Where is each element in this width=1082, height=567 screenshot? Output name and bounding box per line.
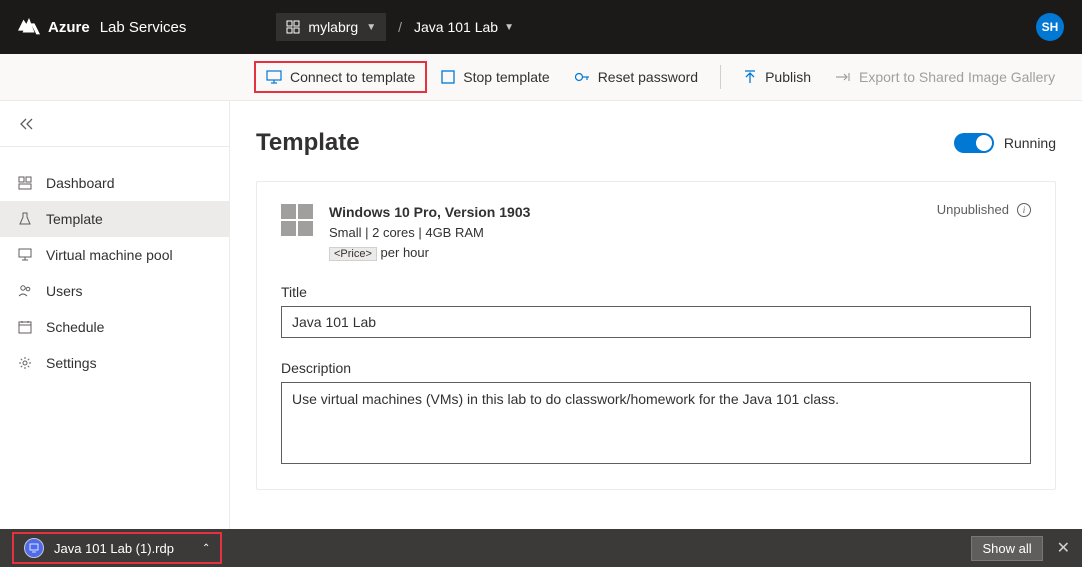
download-filename: Java 101 Lab (1).rdp — [54, 541, 174, 556]
breadcrumb-separator: / — [398, 19, 402, 35]
publish-button[interactable]: Publish — [733, 63, 821, 91]
publish-status: Unpublished — [937, 202, 1009, 217]
reset-label: Reset password — [598, 69, 698, 85]
running-toggle[interactable] — [954, 133, 994, 153]
page-title: Template — [256, 129, 360, 157]
gear-icon — [18, 356, 34, 370]
monitor-connect-icon — [266, 70, 282, 84]
close-icon[interactable]: ✕ — [1057, 538, 1070, 558]
brand-strong: Azure — [48, 19, 90, 36]
lab-name: Java 101 Lab — [414, 19, 498, 35]
chevron-down-icon: ▼ — [504, 22, 514, 33]
toolbar-divider — [720, 65, 721, 89]
sidebar-item-dashboard[interactable]: Dashboard — [0, 165, 229, 201]
description-field-label: Description — [281, 360, 1031, 376]
description-input[interactable] — [281, 382, 1031, 464]
flask-icon — [18, 212, 34, 226]
sidebar-item-label: Schedule — [46, 319, 104, 335]
publish-icon — [743, 70, 757, 84]
breadcrumb: mylabrg ▼ / Java 101 Lab ▼ — [276, 13, 514, 41]
stop-label: Stop template — [463, 69, 549, 85]
users-icon — [18, 284, 34, 298]
resource-group-selector[interactable]: mylabrg ▼ — [276, 13, 386, 41]
price-badge: <Price> — [329, 247, 377, 261]
rdp-file-icon — [24, 538, 44, 558]
sidebar-item-label: Template — [46, 211, 103, 227]
show-all-button[interactable]: Show all — [971, 536, 1042, 561]
price-suffix: per hour — [381, 245, 429, 260]
sidebar-item-vmpool[interactable]: Virtual machine pool — [0, 237, 229, 273]
toggle-label: Running — [1004, 135, 1056, 151]
reset-password-button[interactable]: Reset password — [564, 63, 708, 91]
os-title: Windows 10 Pro, Version 1903 — [329, 202, 530, 223]
monitor-icon — [18, 248, 34, 262]
command-bar: Connect to template Stop template Reset … — [0, 54, 1082, 101]
sidebar-item-label: Dashboard — [46, 175, 115, 191]
connect-to-template-button[interactable]: Connect to template — [254, 61, 427, 93]
title-field-label: Title — [281, 284, 1031, 300]
download-item[interactable]: Java 101 Lab (1).rdp ⌃ — [12, 532, 222, 564]
collapse-icon — [18, 117, 36, 131]
key-reset-icon — [574, 70, 590, 84]
chevron-down-icon: ▼ — [366, 22, 376, 33]
avatar[interactable]: SH — [1036, 13, 1064, 41]
sidebar-item-settings[interactable]: Settings — [0, 345, 229, 381]
stop-icon — [441, 70, 455, 84]
sidebar-item-label: Virtual machine pool — [46, 247, 173, 263]
sidebar-item-template[interactable]: Template — [0, 201, 229, 237]
rg-name: mylabrg — [308, 19, 358, 35]
brand: Azure Lab Services — [18, 17, 186, 37]
export-icon — [835, 71, 851, 83]
export-label: Export to Shared Image Gallery — [859, 69, 1055, 85]
sidebar-item-users[interactable]: Users — [0, 273, 229, 309]
calendar-icon — [18, 320, 34, 334]
top-header: Azure Lab Services mylabrg ▼ / Java 101 … — [0, 0, 1082, 54]
info-icon[interactable]: i — [1017, 203, 1031, 217]
chevron-up-icon[interactable]: ⌃ — [202, 543, 210, 554]
export-button: Export to Shared Image Gallery — [825, 63, 1065, 91]
sidebar: Dashboard Template Virtual machine pool … — [0, 101, 230, 529]
stop-template-button[interactable]: Stop template — [431, 63, 559, 91]
publish-label: Publish — [765, 69, 811, 85]
connect-label: Connect to template — [290, 69, 415, 85]
running-toggle-group: Running — [954, 133, 1056, 153]
title-input[interactable] — [281, 306, 1031, 338]
azure-logo-icon — [18, 17, 40, 37]
lab-selector[interactable]: Java 101 Lab ▼ — [414, 19, 514, 35]
sidebar-item-label: Users — [46, 283, 83, 299]
dashboard-icon — [18, 176, 34, 190]
sidebar-item-label: Settings — [46, 355, 97, 371]
collapse-sidebar-button[interactable] — [0, 101, 229, 147]
resource-group-icon — [286, 20, 300, 34]
download-bar: Java 101 Lab (1).rdp ⌃ Show all ✕ — [0, 529, 1082, 567]
main-content: Template Running Windows 10 Pro, Version… — [230, 101, 1082, 529]
windows-icon — [281, 204, 313, 236]
template-card: Windows 10 Pro, Version 1903 Small | 2 c… — [256, 181, 1056, 490]
spec-line: Small | 2 cores | 4GB RAM — [329, 223, 530, 243]
sidebar-item-schedule[interactable]: Schedule — [0, 309, 229, 345]
brand-light: Lab Services — [100, 19, 187, 36]
